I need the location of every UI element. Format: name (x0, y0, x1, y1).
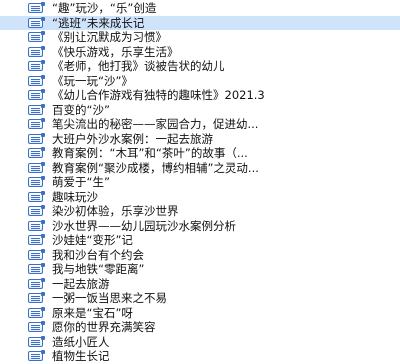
list-item[interactable]: 沙水世界——幼儿园玩沙水案例分析 (0, 219, 400, 234)
list-item[interactable]: 植物生长记 (0, 349, 400, 364)
list-item[interactable]: 《别让沉默成为习惯》 (0, 30, 400, 45)
file-name: “逃班”未来成长记 (52, 15, 145, 30)
file-name: 植物生长记 (52, 349, 110, 363)
document-icon (28, 292, 45, 303)
list-item[interactable]: 愿你的世界充满笑容 (0, 320, 400, 335)
file-name: 教育案例“聚沙成楼，博约相辅”之灵动... (52, 160, 259, 175)
list-item[interactable]: 染沙初体验，乐享沙世界 (0, 204, 400, 219)
document-icon (28, 306, 45, 318)
file-name: 《老师，他打我》谈被告状的幼儿 (52, 59, 225, 73)
file-name: 沙娃娃“变形”记 (52, 233, 133, 247)
file-name: 染沙初体验，乐享沙世界 (52, 204, 179, 218)
list-item[interactable]: “逃班”未来成长记 (0, 15, 400, 30)
list-item[interactable]: 《幼儿合作游戏有独特的趣味性》2021.3 (0, 88, 400, 103)
list-item[interactable]: 《快乐游戏，乐享生活》 (0, 45, 400, 60)
list-item[interactable]: 我和沙台有个约会 (0, 248, 400, 263)
document-icon (28, 118, 45, 129)
list-item[interactable]: 造纸小匠人 (0, 335, 400, 350)
file-name: 一起去旅游 (52, 276, 110, 291)
file-name: 《幼儿合作游戏有独特的趣味性》2021.3 (52, 88, 265, 102)
document-icon (28, 205, 45, 216)
document-icon (28, 103, 45, 115)
list-item[interactable]: “趣”玩沙，“乐”创造 (0, 1, 400, 16)
document-icon (28, 263, 45, 274)
list-item[interactable]: 沙娃娃“变形”记 (0, 233, 400, 248)
file-name: 《别让沉默成为习惯》 (52, 30, 167, 44)
file-name: 趣味玩沙 (52, 189, 98, 204)
file-name: 我与地铁“零距离” (52, 262, 145, 276)
list-item[interactable]: 趣味玩沙 (0, 190, 400, 205)
file-name: 一粥一饭当思来之不易 (52, 291, 167, 305)
document-icon (28, 234, 45, 245)
list-item[interactable]: 萌爱于“生” (0, 175, 400, 190)
list-item[interactable]: 笔尖流出的秘密——家园合力，促进幼... (0, 117, 400, 132)
document-icon (28, 74, 45, 86)
document-icon (28, 277, 45, 289)
file-name: 大班户外沙水案例：一起去旅游 (52, 131, 213, 146)
document-icon (28, 2, 45, 13)
list-item[interactable]: 原来是“宝石”呀 (0, 306, 400, 321)
file-name: 《玩一玩“沙”》 (52, 73, 133, 88)
file-list: “趣”玩沙，“乐”创造 “逃班”未来成长记 《别让沉默成为习惯》 《快乐游戏，乐… (0, 0, 400, 363)
file-name: 百变的“沙” (52, 102, 110, 117)
document-icon (28, 350, 45, 361)
list-item[interactable]: 一起去旅游 (0, 277, 400, 292)
document-icon (28, 89, 45, 100)
file-name: 教育案例：“木耳”和“茶叶”的故事（... (52, 146, 248, 160)
document-icon (28, 31, 45, 42)
document-icon (28, 147, 45, 158)
list-item[interactable]: 《玩一玩“沙”》 (0, 74, 400, 89)
file-name: 萌爱于“生” (52, 175, 110, 189)
list-item[interactable]: 教育案例：“木耳”和“茶叶”的故事（... (0, 146, 400, 161)
document-icon (28, 248, 45, 260)
document-icon (28, 45, 45, 57)
file-name: 我和沙台有个约会 (52, 247, 144, 262)
file-name: “趣”玩沙，“乐”创造 (52, 1, 157, 15)
file-name: 笔尖流出的秘密——家园合力，促进幼... (52, 117, 259, 131)
list-item[interactable]: 《老师，他打我》谈被告状的幼儿 (0, 59, 400, 74)
list-item[interactable]: 一粥一饭当思来之不易 (0, 291, 400, 306)
document-icon (28, 16, 45, 28)
file-name: 造纸小匠人 (52, 334, 110, 349)
list-item[interactable]: 我与地铁“零距离” (0, 262, 400, 277)
document-icon (28, 219, 45, 231)
file-name: 原来是“宝石”呀 (52, 305, 133, 320)
document-icon (28, 161, 45, 173)
document-icon (28, 132, 45, 144)
document-icon (28, 335, 45, 347)
file-name: 《快乐游戏，乐享生活》 (52, 44, 179, 59)
file-name: 沙水世界——幼儿园玩沙水案例分析 (52, 218, 236, 233)
file-name: 愿你的世界充满笑容 (52, 320, 156, 334)
document-icon (28, 190, 45, 202)
list-item[interactable]: 大班户外沙水案例：一起去旅游 (0, 132, 400, 147)
document-icon (28, 176, 45, 187)
document-icon (28, 60, 45, 71)
list-item[interactable]: 百变的“沙” (0, 103, 400, 118)
document-icon (28, 321, 45, 332)
list-item[interactable]: 教育案例“聚沙成楼，博约相辅”之灵动... (0, 161, 400, 176)
